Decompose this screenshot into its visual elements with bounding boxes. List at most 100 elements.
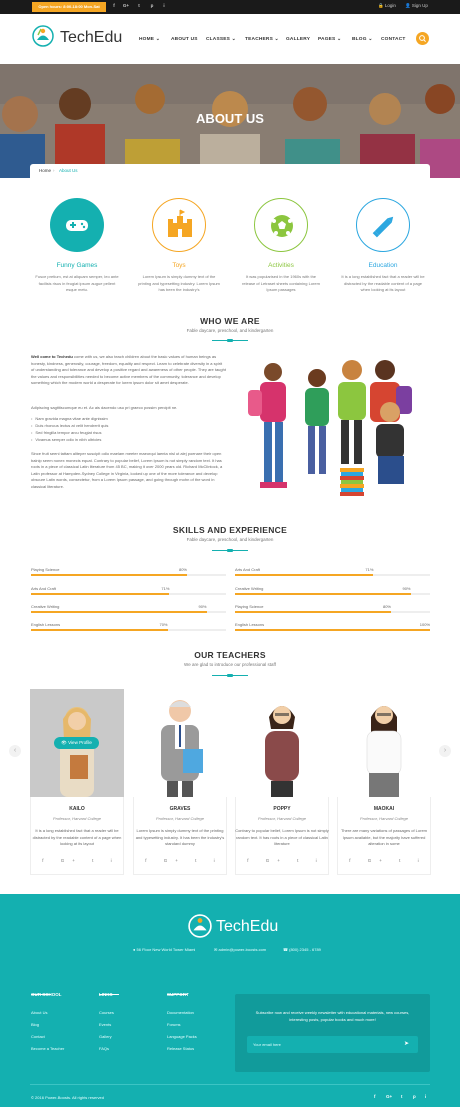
- teacher-social-icons[interactable]: f G+ t i: [239, 858, 333, 863]
- teacher-role: Professor, Harvard College: [257, 816, 307, 821]
- teacher-bio: It is a long established fact that a rea…: [32, 828, 122, 846]
- facebook-icon[interactable]: f: [110, 3, 118, 8]
- nav-teachers-label: TEACHERS: [245, 37, 273, 42]
- footer-link[interactable]: Forums: [167, 1022, 181, 1027]
- skill-percent: 80%: [382, 604, 391, 609]
- skill-bar-fill: [235, 574, 374, 576]
- view-profile-button[interactable]: 👁 View Profile: [54, 737, 99, 749]
- page-title: ABOUT US: [196, 111, 264, 126]
- footer-pinterest-icon[interactable]: p: [413, 1094, 416, 1099]
- footer-link[interactable]: About Us: [31, 1010, 47, 1015]
- teacher-photo[interactable]: [133, 689, 227, 797]
- nav-contact[interactable]: CONTACT: [381, 37, 406, 42]
- skill-bar-fill: [31, 629, 168, 631]
- skill-percent: 90%: [402, 586, 411, 591]
- nav-teachers[interactable]: TEACHERS ⌄: [245, 37, 279, 42]
- pinterest-icon[interactable]: p: [148, 3, 156, 8]
- footer-link[interactable]: Blog: [31, 1022, 39, 1027]
- footer-email-text: admin@power-boosts.com: [218, 947, 267, 952]
- teacher-name: POPPY: [273, 806, 291, 812]
- footer-link[interactable]: Language Packs: [167, 1034, 197, 1039]
- teacher-bio: Contrary to popular belief, Lorem Ipsum …: [235, 828, 329, 846]
- teacher-social-icons[interactable]: f G+ t i: [34, 858, 128, 863]
- teacher-bio: Lorem Ipsum is simply dummy text of the …: [135, 828, 225, 846]
- footer-instagram-icon[interactable]: i: [425, 1094, 426, 1099]
- teacher-photo[interactable]: [337, 689, 431, 797]
- instagram-icon[interactable]: i: [160, 3, 168, 8]
- footer-underline: [99, 994, 119, 995]
- who-title: WHO WE ARE: [200, 316, 260, 326]
- carousel-next-button[interactable]: ›: [439, 745, 451, 757]
- footer-logo-text[interactable]: TechEdu: [216, 918, 278, 936]
- chevron-down-icon: ⌄: [274, 37, 279, 42]
- skill-bar-fill: [31, 611, 207, 613]
- divider-cap-icon: [227, 674, 233, 677]
- newsletter-email-placeholder[interactable]: Your email here: [253, 1042, 281, 1047]
- footer-facebook-icon[interactable]: f: [374, 1094, 376, 1099]
- nav-blog-label: BLOG: [352, 37, 367, 42]
- skill-bar: [235, 593, 430, 595]
- logo-text[interactable]: TechEdu: [60, 29, 122, 47]
- user-icon: 👤: [405, 3, 411, 8]
- footer-email[interactable]: ✉ admin@power-boosts.com: [214, 947, 266, 952]
- envelope-icon: ✉: [214, 947, 218, 952]
- carousel-prev-button[interactable]: ‹: [9, 745, 21, 757]
- footer-link[interactable]: Release Status: [167, 1046, 194, 1051]
- footer-google-plus-icon[interactable]: G+: [386, 1094, 392, 1099]
- chevron-left-icon: ‹: [13, 747, 17, 754]
- chevron-down-icon: ⌄: [336, 37, 342, 42]
- breadcrumb-separator: ›: [53, 168, 55, 173]
- footer-address-text: 56 Floor New World Tower Miami: [136, 947, 196, 952]
- nav-blog[interactable]: BLOG ⌄: [352, 37, 372, 42]
- teachers-subtitle: We are glad to introduce our professiona…: [184, 662, 276, 667]
- feature-text-toys: Lorem Ipsum is simply dummy text of the …: [138, 274, 220, 292]
- footer-link[interactable]: FAQs: [99, 1046, 109, 1051]
- signup-label: Sign Up: [411, 3, 428, 8]
- skill-percent: 100%: [419, 622, 430, 627]
- search-button[interactable]: [416, 32, 429, 45]
- who-bullet: Nam gravida magna vitae ante dignissim: [31, 416, 107, 421]
- teacher-name: MAOKAI: [373, 806, 395, 812]
- nav-home-label: HOME: [139, 37, 155, 42]
- login-link[interactable]: 🔒 Login: [378, 3, 396, 9]
- teacher-role: Professor, Harvard College: [359, 816, 409, 821]
- skill-bar: [31, 593, 226, 595]
- footer-logo-icon[interactable]: [188, 914, 212, 938]
- breadcrumb: [30, 164, 430, 178]
- skill-bar: [31, 574, 226, 576]
- nav-gallery[interactable]: GALLERY: [286, 37, 310, 42]
- teacher-photo[interactable]: [235, 689, 329, 797]
- logo-icon[interactable]: [32, 25, 54, 47]
- students-image: [240, 356, 430, 502]
- skill-bar: [235, 629, 430, 631]
- signup-link[interactable]: 👤 Sign Up: [405, 3, 428, 9]
- footer-link[interactable]: Become a Teacher: [31, 1046, 64, 1051]
- teacher-social-icons[interactable]: f G+ t i: [341, 858, 435, 863]
- twitter-icon[interactable]: t: [135, 3, 143, 8]
- feature-games-circle: [50, 198, 104, 252]
- search-icon: [419, 35, 426, 42]
- footer-link[interactable]: Documentation: [167, 1010, 194, 1015]
- footer-twitter-icon[interactable]: t: [401, 1094, 403, 1099]
- feature-title-games: Funny Games: [56, 262, 98, 269]
- skill-label: Creative Writing: [235, 586, 264, 591]
- footer-link[interactable]: Events: [99, 1022, 111, 1027]
- nav-classes[interactable]: CLASSES ⌄: [206, 37, 236, 42]
- footer-phone-text: (800) 2345 - 6789: [289, 947, 321, 952]
- nav-pages[interactable]: PAGES ⌄: [318, 37, 341, 42]
- breadcrumb-home[interactable]: Home: [39, 168, 51, 173]
- footer-link[interactable]: Contact: [31, 1034, 45, 1039]
- skill-bar-fill: [235, 593, 411, 595]
- google-plus-icon[interactable]: G+: [122, 3, 130, 8]
- footer-link[interactable]: Courses: [99, 1010, 114, 1015]
- send-icon[interactable]: ➤: [404, 1040, 409, 1047]
- feature-title-education: Education: [368, 262, 398, 269]
- nav-about[interactable]: ABOUT US: [171, 37, 198, 42]
- skill-percent: 71%: [365, 567, 374, 572]
- who-intro: Well come to Techedu come with us, we al…: [31, 354, 226, 387]
- teacher-social-icons[interactable]: f G+ t i: [137, 858, 231, 863]
- footer-link[interactable]: Gallery: [99, 1034, 112, 1039]
- divider-cap-icon: [227, 549, 233, 552]
- teachers-title: OUR TEACHERS: [194, 650, 266, 660]
- nav-home[interactable]: HOME ⌄: [139, 37, 160, 42]
